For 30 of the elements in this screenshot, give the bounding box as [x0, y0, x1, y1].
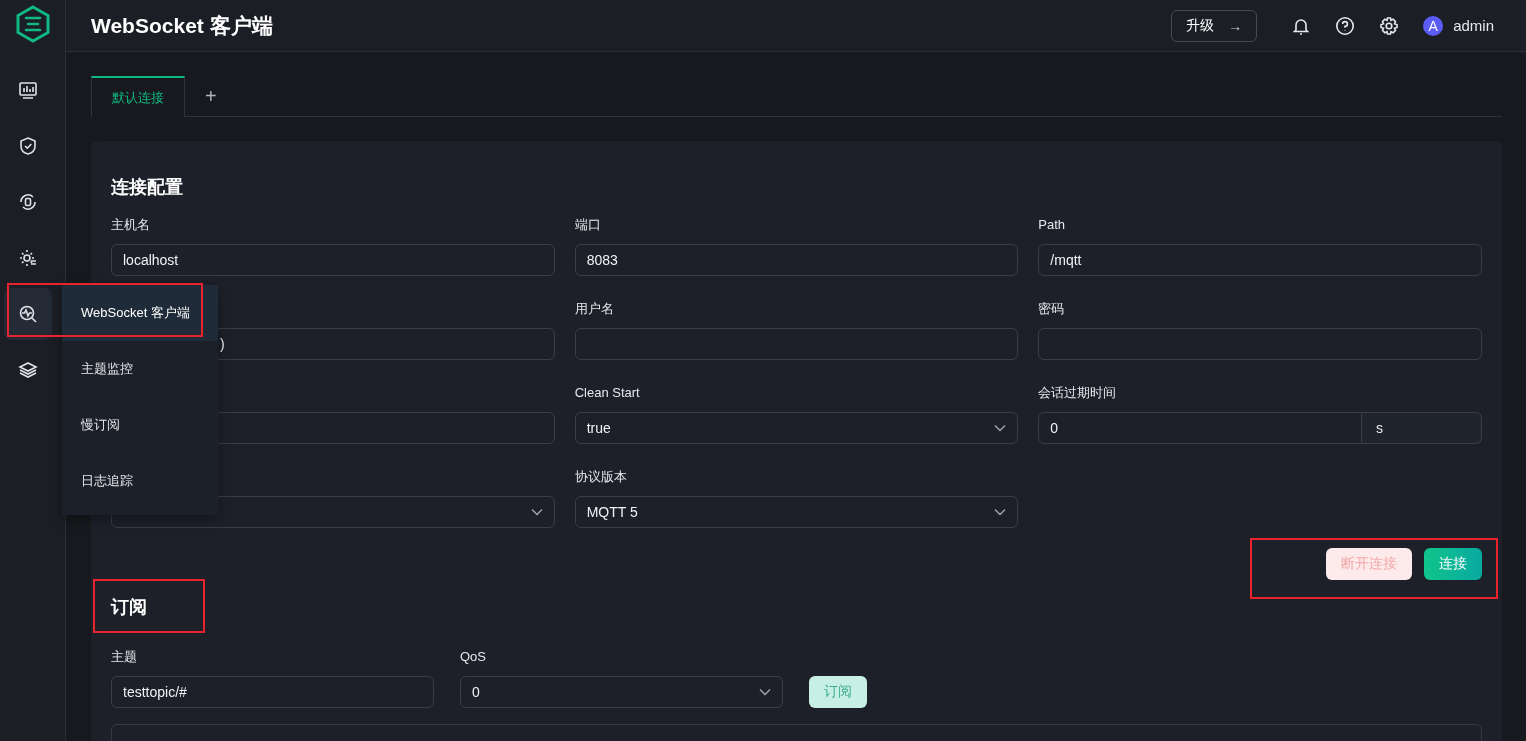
- field-label: 会话过期时间: [1038, 384, 1118, 402]
- input-field[interactable]: 0: [1038, 412, 1362, 444]
- section-title: 订阅: [93, 579, 205, 633]
- add-tab-button[interactable]: +: [185, 76, 237, 116]
- menu-item[interactable]: WebSocket 客户端: [62, 285, 218, 341]
- field-label: QoS: [460, 648, 487, 666]
- input-field[interactable]: testtopic/#: [111, 676, 434, 708]
- user-avatar[interactable]: A: [1423, 15, 1444, 36]
- field-label: Path: [1038, 216, 1067, 234]
- input-field[interactable]: /mqtt: [1038, 244, 1482, 276]
- field-label: 用户名: [574, 300, 615, 318]
- input-field[interactable]: localhost: [111, 244, 555, 276]
- field-label: 端口: [574, 216, 602, 234]
- input-field[interactable]: 8083: [574, 244, 1019, 276]
- field-label: 协议版本: [574, 468, 628, 486]
- menu-item[interactable]: 慢订阅: [62, 397, 218, 453]
- select-field[interactable]: true: [574, 412, 1019, 444]
- field-label: Clean Start: [574, 384, 641, 402]
- upgrade-button[interactable]: 升级 →: [1171, 9, 1258, 42]
- field-label: 主题: [111, 648, 138, 666]
- tab[interactable]: 默认连接: [91, 76, 185, 117]
- unit-suffix: s: [1362, 412, 1482, 444]
- user-name[interactable]: admin: [1453, 17, 1494, 34]
- page-title: WebSocket 客户端: [91, 12, 273, 39]
- menu-item[interactable]: 日志追踪: [62, 453, 218, 509]
- select-field[interactable]: MQTT 5: [574, 496, 1019, 528]
- select-field[interactable]: 0: [460, 676, 783, 708]
- section-title: 连接配置: [111, 176, 184, 199]
- field-label: 主机名: [111, 216, 151, 234]
- field-label: 密码: [1038, 300, 1066, 318]
